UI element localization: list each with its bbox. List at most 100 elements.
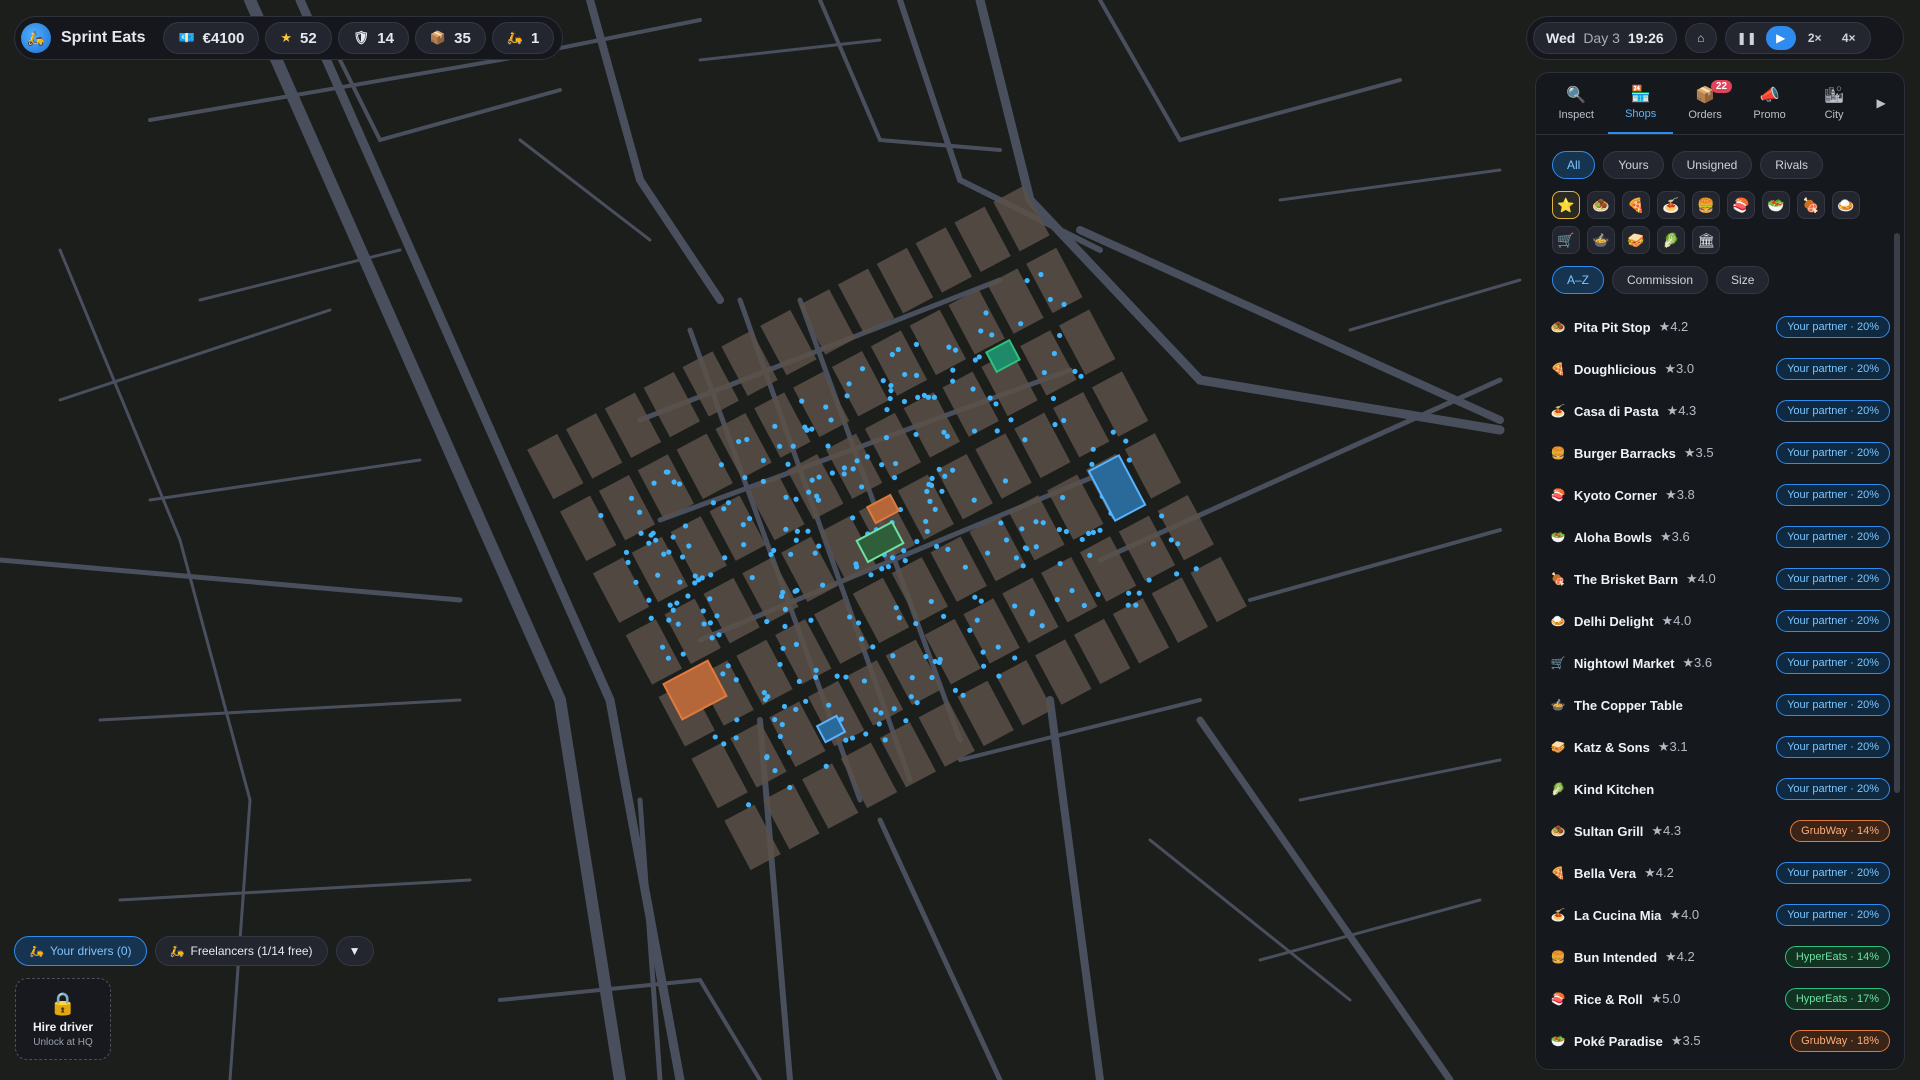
filter-rivals[interactable]: Rivals	[1760, 151, 1823, 179]
more-tabs-button[interactable]: ▶	[1866, 73, 1896, 134]
list-item[interactable]: 🍖 The Brisket Barn ★4.0 Your partner · 20%	[1550, 558, 1890, 600]
list-item[interactable]: 🍣 Kyoto Corner ★3.8 Your partner · 20%	[1550, 474, 1890, 516]
your-drivers-button[interactable]: 🛵 Your drivers (0)	[14, 936, 147, 966]
list-item[interactable]: 🥪 Katz & Sons ★3.1 Your partner · 20%	[1550, 726, 1890, 768]
list-item[interactable]: 🍕 Bella Vera ★4.2 Your partner · 20%	[1550, 852, 1890, 894]
delivery-marker	[648, 615, 654, 621]
category-pasta-icon[interactable]: 🍝	[1657, 191, 1685, 219]
category-burger-icon[interactable]: 🍔	[1692, 191, 1720, 219]
contract-badge[interactable]: Your partner · 20%	[1776, 694, 1890, 716]
shop-icon: 🏪	[1630, 86, 1651, 103]
filter-unsigned[interactable]: Unsigned	[1671, 151, 1753, 179]
speed-2x-button[interactable]: 2×	[1800, 26, 1830, 50]
category-sushi-icon[interactable]: 🍣	[1727, 191, 1755, 219]
sort-az[interactable]: A–Z	[1552, 266, 1605, 294]
tab-city[interactable]: 🏙 City	[1802, 73, 1866, 134]
star-icon: ★	[280, 30, 293, 45]
category-falafel-icon[interactable]: 🧆	[1587, 191, 1615, 219]
tab-inspect[interactable]: 🔍 Inspect	[1544, 73, 1608, 134]
category-curry-icon[interactable]: 🍛	[1832, 191, 1860, 219]
stat-reputation[interactable]: 🛡 14	[337, 22, 409, 54]
tab-shops[interactable]: 🏪 Shops	[1608, 73, 1673, 134]
contract-badge[interactable]: Your partner · 20%	[1776, 736, 1890, 758]
category-bbq-icon[interactable]: 🍖	[1797, 191, 1825, 219]
list-item[interactable]: 🥗 Poké Paradise ★3.5 GrubWay · 18%	[1550, 1020, 1890, 1062]
list-item[interactable]: 🥬 Kind Kitchen Your partner · 20%	[1550, 768, 1890, 810]
speed-4x-button[interactable]: 4×	[1834, 26, 1864, 50]
delivery-marker	[901, 398, 908, 405]
list-item[interactable]: 🍛 Delhi Delight ★4.0 Your partner · 20%	[1550, 600, 1890, 642]
sort-size[interactable]: Size	[1716, 266, 1770, 294]
category-sandwich-icon[interactable]: 🥪	[1622, 226, 1650, 254]
contract-badge[interactable]: GrubWay · 18%	[1790, 1030, 1890, 1052]
contract-badge[interactable]: HyperEats · 17%	[1784, 988, 1890, 1010]
delivery-marker	[993, 401, 999, 407]
list-item[interactable]: 🥗 Aloha Bowls ★3.6 Your partner · 20%	[1550, 516, 1890, 558]
delivery-marker	[928, 598, 934, 605]
list-item[interactable]: 🍔 Burger Barracks ★3.5 Your partner · 20%	[1550, 432, 1890, 474]
sort-commission[interactable]: Commission	[1612, 266, 1709, 294]
delivery-marker	[651, 480, 657, 486]
filter-all[interactable]: All	[1552, 151, 1596, 179]
contract-badge[interactable]: Your partner · 20%	[1776, 778, 1890, 800]
tab-orders[interactable]: 📦 Orders 22	[1673, 73, 1737, 134]
delivery-marker	[709, 635, 715, 641]
expand-drivers-button[interactable]: ▼	[335, 936, 374, 966]
category-pizza-icon[interactable]: 🍕	[1622, 191, 1650, 219]
category-building-icon[interactable]: 🏛	[1692, 226, 1720, 254]
list-item[interactable]: 🛒 Nightowl Market ★3.6 Your partner · 20%	[1550, 642, 1890, 684]
list-item[interactable]: 🧆 Sultan Grill ★4.3 GrubWay · 14%	[1550, 810, 1890, 852]
hire-driver-card[interactable]: 🔒 Hire driver Unlock at HQ	[15, 978, 111, 1060]
contract-badge[interactable]: Your partner · 20%	[1776, 484, 1890, 506]
contract-badge[interactable]: Your partner · 20%	[1776, 568, 1890, 590]
contract-badge[interactable]: Your partner · 20%	[1776, 358, 1890, 380]
contract-badge[interactable]: Your partner · 20%	[1776, 442, 1890, 464]
delivery-marker	[636, 509, 643, 515]
day-number: Day 3	[1583, 30, 1620, 46]
contract-badge[interactable]: Your partner · 20%	[1776, 862, 1890, 884]
delivery-marker	[978, 328, 984, 334]
delivery-marker	[923, 518, 929, 525]
delivery-marker	[1040, 520, 1046, 526]
play-button[interactable]: ▶	[1765, 26, 1796, 50]
stat-deliveries[interactable]: 📦 35	[414, 22, 486, 54]
tab-promo[interactable]: 📣 Promo	[1737, 73, 1801, 134]
delivery-marker	[792, 588, 798, 594]
contract-badge[interactable]: GrubWay · 14%	[1790, 820, 1890, 842]
delivery-marker	[722, 555, 728, 561]
filter-yours[interactable]: Yours	[1603, 151, 1664, 179]
panel-scrollbar[interactable]	[1894, 233, 1900, 793]
contract-badge[interactable]: HyperEats · 14%	[1784, 946, 1890, 968]
contract-badge[interactable]: Your partner · 20%	[1776, 904, 1890, 926]
delivery-marker	[885, 564, 892, 570]
category-cart-icon[interactable]: 🛒	[1552, 226, 1580, 254]
contract-badge[interactable]: Your partner · 20%	[1776, 400, 1890, 422]
stat-rating[interactable]: ★ 52	[265, 22, 332, 54]
pause-button[interactable]: ❚❚	[1732, 26, 1762, 50]
list-item[interactable]: 🍝 La Cucina Mia ★4.0 Your partner · 20%	[1550, 894, 1890, 936]
list-item[interactable]: 🍲 The Copper Table Your partner · 20%	[1550, 684, 1890, 726]
list-item[interactable]: 🧆 Pita Pit Stop ★4.2 Your partner · 20%	[1550, 306, 1890, 348]
list-item[interactable]: 🍝 Casa di Pasta ★4.3 Your partner · 20%	[1550, 390, 1890, 432]
category-pot-icon[interactable]: 🍲	[1587, 226, 1615, 254]
contract-badge[interactable]: Your partner · 20%	[1776, 526, 1890, 548]
contract-badge[interactable]: Your partner · 20%	[1776, 652, 1890, 674]
category-leaf-icon[interactable]: 🥬	[1657, 226, 1685, 254]
stat-cash[interactable]: 💶 €4100	[163, 22, 260, 54]
contract-badge[interactable]: Your partner · 20%	[1776, 316, 1890, 338]
delivery-marker	[936, 466, 942, 472]
hire-title: Hire driver	[32, 1019, 94, 1034]
stat-drivers[interactable]: 🛵 1	[491, 22, 555, 54]
list-item[interactable]: 🍣 Rice & Roll ★5.0 HyperEats · 17%	[1550, 978, 1890, 1020]
freelancers-button[interactable]: 🛵 Freelancers (1/14 free)	[154, 936, 328, 966]
delivery-marker	[1052, 421, 1058, 428]
delivery-marker	[850, 515, 856, 521]
home-button[interactable]: ⌂	[1684, 23, 1717, 53]
delivery-marker	[633, 579, 639, 585]
category-favorite-icon[interactable]: ⭐	[1552, 191, 1580, 219]
contract-badge[interactable]: Your partner · 20%	[1776, 610, 1890, 632]
list-item[interactable]: 🍕 Doughlicious ★3.0 Your partner · 20%	[1550, 348, 1890, 390]
list-item[interactable]: 🍔 Bun Intended ★4.2 HyperEats · 14%	[1550, 936, 1890, 978]
delivery-marker	[1110, 429, 1116, 435]
category-bowl-icon[interactable]: 🥗	[1762, 191, 1790, 219]
